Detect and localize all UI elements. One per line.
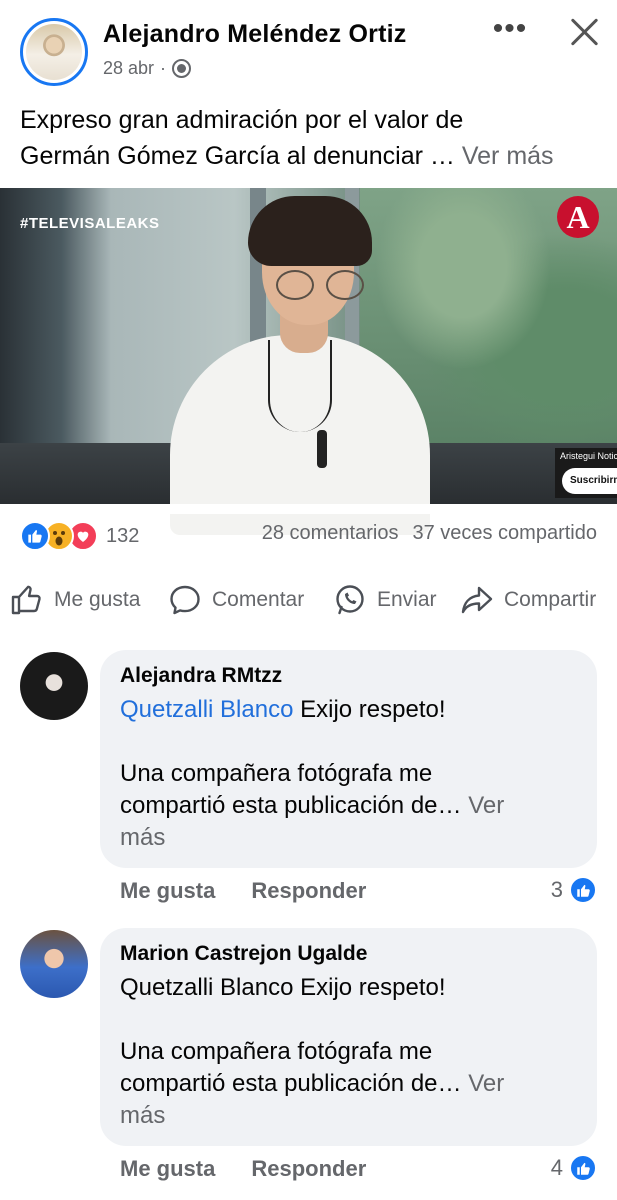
comment-line3: compartió esta publicación de… (120, 1070, 462, 1097)
comment-reply-button[interactable]: Responder (251, 1156, 366, 1182)
comment-bubble: Marion Castrejon Ugalde Quetzalli Blanco… (100, 928, 597, 1146)
comment-line2: Una compañera fotógrafa me (120, 1038, 433, 1065)
comment-bubble: Alejandra RMtzz Quetzalli Blanco Exijo r… (100, 650, 597, 868)
subscribe-button[interactable]: Suscribirme (562, 468, 617, 494)
like-badge-icon (569, 876, 597, 904)
post-text-line1: Expreso gran admiración por el valor de (20, 106, 464, 134)
commenter-avatar[interactable] (20, 930, 88, 998)
share-button-label: Compartir (504, 588, 597, 611)
shares-count[interactable]: 37 veces compartido (412, 522, 597, 545)
comment-line2: Una compañera fotógrafa me (120, 760, 433, 787)
reactions-summary[interactable]: 132 (20, 518, 139, 554)
send-button[interactable]: Enviar (333, 580, 437, 620)
necklace-pendant (317, 430, 327, 468)
post-text-line2: Germán Gómez García al denunciar … (20, 142, 455, 170)
share-button[interactable]: Compartir (460, 580, 596, 620)
comment-actions: Me gusta Responder (120, 1156, 366, 1182)
channel-name: Aristegui Noticias (560, 451, 617, 461)
like-badge-icon (569, 1154, 597, 1182)
comment-like-number: 3 (550, 877, 563, 902)
author-avatar[interactable] (20, 18, 88, 86)
comment-see-more-link-cont[interactable]: más (120, 822, 577, 854)
comment-mention[interactable]: Quetzalli Blanco (120, 974, 293, 1001)
comment-like-count[interactable]: 3 (551, 876, 597, 904)
comment-line3: compartió esta publicación de… (120, 792, 462, 819)
post-text: Expreso gran admiración por el valor de … (20, 102, 600, 174)
post-meta: 28 abr · (103, 58, 192, 79)
post-header: Alejandro Meléndez Ortiz 28 abr · ••• (0, 0, 617, 96)
like-button[interactable]: Me gusta (10, 580, 140, 620)
whatsapp-icon (336, 585, 364, 615)
like-reaction-icon (20, 521, 50, 551)
comment-like-button[interactable]: Me gusta (120, 878, 215, 904)
comment-bubble-icon (170, 585, 200, 615)
commenter-name[interactable]: Marion Castrejon Ugalde (120, 942, 577, 966)
comment-see-more-link[interactable]: Ver (468, 792, 504, 819)
necklace-cord (268, 340, 332, 432)
thumbs-up-icon (11, 585, 41, 615)
comment-button-label: Comentar (212, 588, 305, 611)
comment-like-number: 4 (550, 1155, 563, 1180)
comment-line1: Exijo respeto! (293, 696, 446, 723)
commenter-name[interactable]: Alejandra RMtzz (120, 664, 577, 688)
see-more-link[interactable]: Ver más (462, 142, 554, 170)
post-stats: 28 comentarios 37 veces compartido (262, 522, 597, 545)
reaction-count: 132 (106, 524, 140, 547)
comment-line1: Exijo respeto! (293, 974, 446, 1001)
aristegui-logo: A (557, 196, 599, 238)
meta-separator: · (160, 58, 167, 78)
person-glasses (276, 270, 372, 300)
comment-reply-button[interactable]: Responder (251, 878, 366, 904)
send-button-label: Enviar (377, 588, 437, 611)
person-hair (248, 196, 372, 266)
comment-like-count[interactable]: 4 (551, 1154, 597, 1182)
comment-like-button[interactable]: Me gusta (120, 1156, 215, 1182)
more-options-button[interactable]: ••• (490, 14, 530, 48)
comment-actions: Me gusta Responder (120, 878, 366, 904)
post-date[interactable]: 28 abr (103, 58, 154, 79)
comment-see-more-link[interactable]: Ver (468, 1070, 504, 1097)
video-hashtag: #TELEVISALEAKS (20, 215, 160, 232)
comment-text: Quetzalli Blanco Exijo respeto! Una comp… (120, 972, 577, 1132)
comment-see-more-link-cont[interactable]: más (120, 1100, 577, 1132)
comment-text: Quetzalli Blanco Exijo respeto! Una comp… (120, 694, 577, 854)
comment-mention[interactable]: Quetzalli Blanco (120, 696, 293, 723)
like-button-label: Me gusta (54, 588, 141, 611)
comments-count[interactable]: 28 comentarios (262, 522, 399, 545)
globe-icon (172, 59, 192, 78)
post-actions-bar: Me gusta Comentar Enviar Compartir (0, 580, 617, 620)
comment-button[interactable]: Comentar (168, 580, 304, 620)
commenter-avatar[interactable] (20, 652, 88, 720)
author-name[interactable]: Alejandro Meléndez Ortiz (103, 20, 406, 49)
share-arrow-icon (461, 586, 493, 614)
close-icon[interactable] (564, 12, 604, 52)
